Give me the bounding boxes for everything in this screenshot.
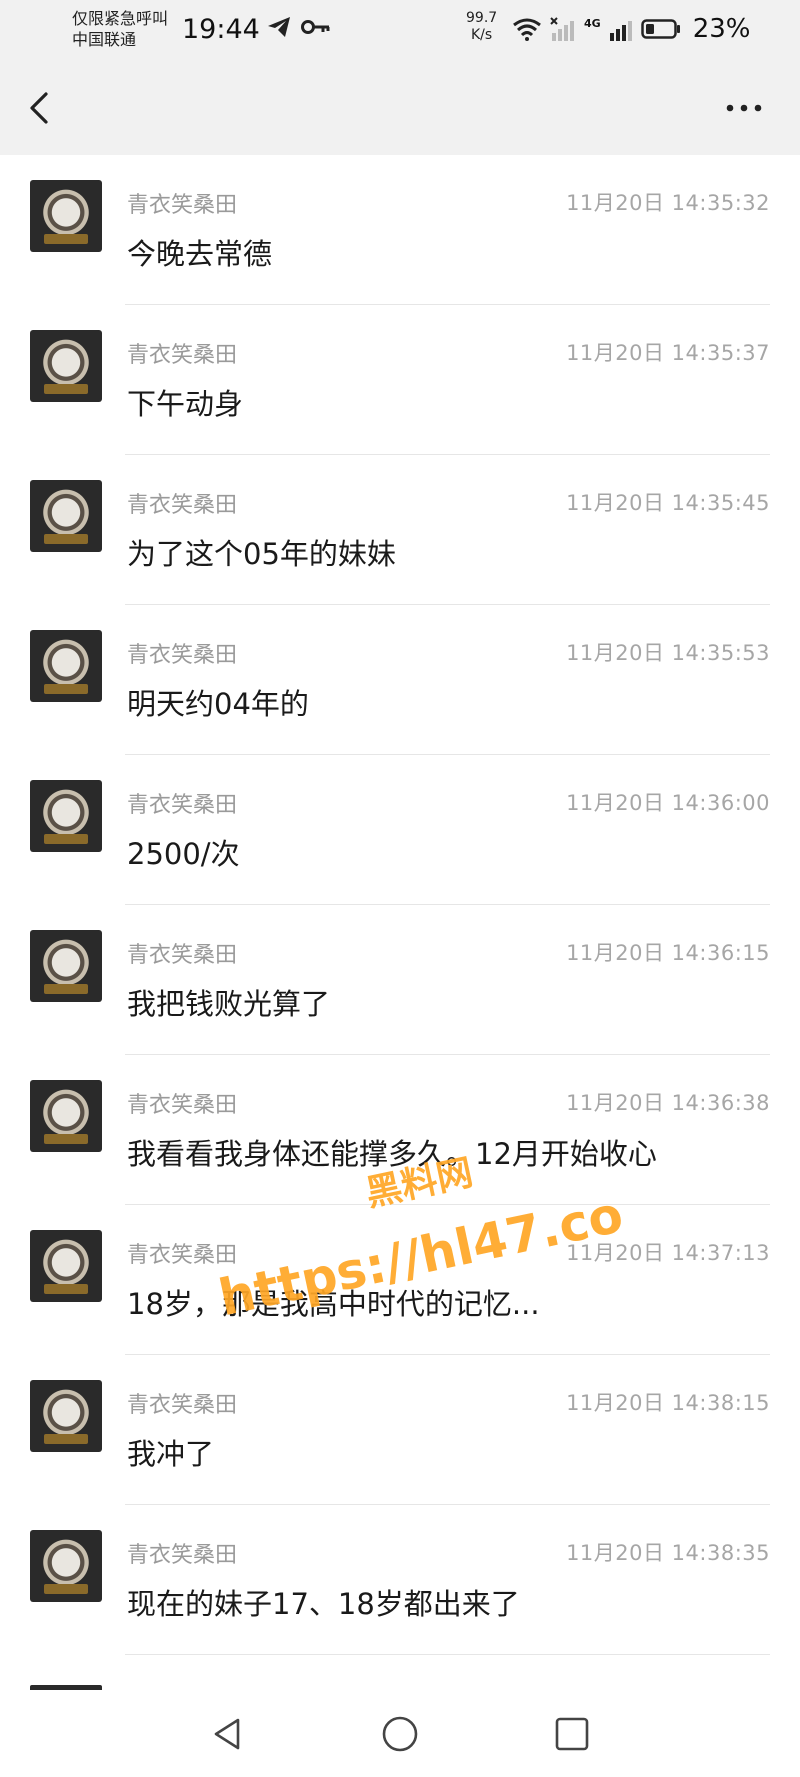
- wifi-icon: [513, 18, 541, 41]
- square-recents-icon[interactable]: [552, 1714, 592, 1754]
- sender-name: 青衣笑桑田: [127, 343, 238, 368]
- message-item[interactable]: 青衣笑桑田 11月20日 14:35:45 为了这个05年的妹妹: [0, 455, 800, 605]
- message-text: 下午动身: [127, 387, 244, 421]
- sender-name: 青衣笑桑田: [127, 1543, 238, 1568]
- avatar[interactable]: [30, 1080, 102, 1152]
- avatar[interactable]: [30, 930, 102, 1002]
- key-icon: [301, 20, 330, 34]
- message-time: 11月20日 14:35:37: [566, 341, 770, 365]
- message-item[interactable]: 青衣笑桑田 11月20日 14:35:32 今晚去常德: [0, 155, 800, 305]
- triangle-back-icon[interactable]: [208, 1714, 248, 1754]
- message-time: 11月20日 14:36:15: [566, 941, 770, 965]
- sender-name: 青衣笑桑田: [127, 643, 238, 668]
- sender-name: 青衣笑桑田: [127, 193, 238, 218]
- chat-header: [0, 60, 800, 155]
- avatar[interactable]: [30, 780, 102, 852]
- sender-name: 青衣笑桑田: [127, 943, 238, 968]
- message-time: 11月20日 14:36:38: [566, 1091, 770, 1115]
- message-time: 11月20日 14:35:53: [566, 641, 770, 665]
- sender-name: 青衣笑桑田: [127, 1393, 238, 1418]
- battery-percent: 23%: [692, 14, 751, 44]
- status-system-icons: 4G 23%: [512, 14, 750, 44]
- message-item[interactable]: 青衣笑桑田 11月20日 14:38:35 现在的妹子17、18岁都出来了: [0, 1505, 800, 1655]
- status-bar: 仅限紧急呼叫 中国联通 19:44 99.7 K/s 4G 23%: [0, 0, 800, 60]
- avatar[interactable]: [30, 1530, 102, 1602]
- sender-name: 青衣笑桑田: [127, 793, 238, 818]
- message-time: 11月20日 14:36:00: [566, 791, 770, 815]
- message-text: 现在的妹子17、18岁都出来了: [127, 1587, 520, 1621]
- status-notification-icons: [267, 16, 331, 38]
- message-text: 我把钱败光算了: [127, 987, 331, 1021]
- message-item[interactable]: 青衣笑桑田 11月20日 14:38:15 我冲了: [0, 1355, 800, 1505]
- message-item[interactable]: 青衣笑桑田 11月20日 14:36:00 2500/次: [0, 755, 800, 905]
- avatar[interactable]: [30, 1230, 102, 1302]
- message-time: 11月20日 14:38:15: [566, 1391, 770, 1415]
- message-text: 我冲了: [127, 1437, 215, 1471]
- message-item[interactable]: 青衣笑桑田 11月20日 14:36:15 我把钱败光算了: [0, 905, 800, 1055]
- divider: [125, 1654, 770, 1655]
- carrier-name: 中国联通: [72, 30, 137, 49]
- avatar[interactable]: [30, 180, 102, 252]
- carrier-emergency-text: 仅限紧急呼叫: [72, 9, 169, 28]
- message-time: 11月20日 14:35:32: [566, 191, 770, 215]
- signal-icon: [609, 21, 632, 41]
- chevron-left-icon[interactable]: [24, 88, 60, 128]
- net-speed: 99.7 K/s: [466, 10, 497, 44]
- net-speed-unit: K/s: [470, 27, 493, 43]
- sender-name: 青衣笑桑田: [127, 1243, 238, 1268]
- carrier-info: 仅限紧急呼叫 中国联通: [72, 8, 168, 50]
- sender-name: 青衣笑桑田: [127, 493, 238, 518]
- avatar[interactable]: [30, 1380, 102, 1452]
- system-nav-bar: [0, 1690, 800, 1777]
- message-text: 为了这个05年的妹妹: [127, 537, 396, 571]
- message-item[interactable]: 青衣笑桑田 11月20日 14:35:53 明天约04年的: [0, 605, 800, 755]
- message-text: 今晚去常德: [127, 237, 273, 271]
- battery-icon: [640, 19, 680, 39]
- circle-home-icon[interactable]: [380, 1714, 420, 1754]
- message-text: 明天约04年的: [127, 687, 309, 721]
- sender-name: 青衣笑桑田: [127, 1093, 238, 1118]
- more-dots-icon[interactable]: [724, 100, 764, 116]
- message-text: 2500/次: [127, 837, 240, 871]
- avatar[interactable]: [30, 630, 102, 702]
- message-list[interactable]: 青衣笑桑田 11月20日 14:35:32 今晚去常德 青衣笑桑田 11月20日…: [0, 155, 800, 1655]
- telegram-icon: [268, 17, 290, 37]
- signal-disabled-icon: [550, 17, 574, 41]
- net-speed-value: 99.7: [466, 10, 498, 26]
- message-time: 11月20日 14:38:35: [566, 1541, 770, 1565]
- message-item[interactable]: 青衣笑桑田 11月20日 14:35:37 下午动身: [0, 305, 800, 455]
- status-time: 19:44: [182, 14, 260, 45]
- message-time: 11月20日 14:35:45: [566, 491, 770, 515]
- avatar[interactable]: [30, 330, 102, 402]
- network-type: 4G: [584, 16, 601, 30]
- avatar[interactable]: [30, 480, 102, 552]
